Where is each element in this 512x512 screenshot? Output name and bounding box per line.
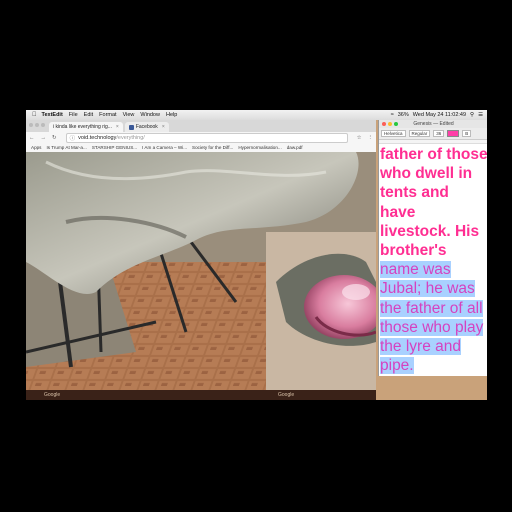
menu-view[interactable]: View: [123, 112, 135, 118]
menu-edit[interactable]: Edit: [84, 112, 93, 118]
menu-format[interactable]: Format: [99, 112, 116, 118]
bookmark-item[interactable]: STARSHIP GENIUS...: [92, 145, 137, 150]
status-area: ≈ 36% Wed May 24 11:02:49 ⚲ ☰: [387, 112, 487, 118]
document-title: Genesis — Edited: [413, 121, 454, 127]
document-body[interactable]: father of those who dwell in tents and h…: [379, 144, 487, 375]
format-toolbar: Helvetica Regular 36 B: [379, 128, 487, 140]
search-icon[interactable]: ⚲: [470, 112, 474, 118]
tab-close-icon[interactable]: ×: [162, 124, 165, 130]
document-text: father of those who dwell in tents and h…: [380, 145, 487, 375]
bookmark-apps[interactable]: Apps: [31, 145, 41, 150]
font-family-select[interactable]: Helvetica: [381, 130, 406, 137]
tab-close-icon[interactable]: ×: [116, 124, 119, 130]
apple-menu-icon[interactable]: : [32, 112, 37, 118]
text-color-swatch[interactable]: [447, 130, 460, 137]
tab-label: i kinda like everything rig...: [53, 124, 112, 130]
google-watermark: Google: [44, 392, 61, 398]
google-watermark: Google: [278, 392, 295, 398]
bookmark-item[interactable]: daw.pdf: [287, 145, 303, 150]
textedit-window: Genesis — Edited Helvetica Regular 36 B …: [378, 120, 487, 376]
tab-label: Facebook: [135, 124, 158, 130]
text-selection: name was Jubal; he was the father of all…: [380, 261, 484, 375]
facebook-icon: [128, 124, 134, 130]
close-icon[interactable]: [382, 122, 386, 126]
desktop-screen:  TextEdit File Edit Format View Window …: [26, 110, 487, 400]
reload-icon[interactable]: ↻: [52, 135, 57, 141]
url-input[interactable]: ⓘ void.technology /everything/: [65, 132, 348, 143]
list-icon[interactable]: ☰: [478, 112, 483, 118]
minimize-icon[interactable]: [35, 123, 39, 127]
page-content-3d-scene[interactable]: [26, 152, 376, 400]
window-controls: [382, 122, 400, 126]
bold-button[interactable]: B: [462, 130, 472, 137]
minimize-icon[interactable]: [388, 122, 392, 126]
tab-everything[interactable]: i kinda like everything rig... ×: [49, 122, 123, 132]
textedit-titlebar: Genesis — Edited: [379, 120, 487, 128]
battery-percent[interactable]: 36%: [398, 112, 409, 118]
url-path: /everything/: [116, 134, 145, 141]
browser-window: i kinda like everything rig... × Faceboo…: [26, 120, 376, 400]
back-icon[interactable]: ←: [29, 135, 35, 141]
bookmark-item[interactable]: Hypernormalisation...: [238, 145, 281, 150]
zoom-icon[interactable]: [394, 122, 398, 126]
star-icon[interactable]: ☆: [357, 135, 362, 141]
wifi-icon[interactable]: ≈: [391, 112, 394, 118]
text-plain: father of those who dwell in tents and h…: [380, 146, 487, 260]
forward-icon[interactable]: →: [41, 135, 47, 141]
menu-icon[interactable]: ⋮: [368, 135, 374, 141]
zoom-icon[interactable]: [41, 123, 45, 127]
font-style-select[interactable]: Regular: [408, 130, 431, 137]
address-bar: ← → ↻ ⓘ void.technology /everything/ ☆ ⋮: [26, 132, 376, 143]
bookmark-item[interactable]: Is Trump At Mar-a...: [46, 145, 86, 150]
close-icon[interactable]: [29, 123, 33, 127]
browser-tabbar: i kinda like everything rig... × Faceboo…: [26, 120, 376, 132]
window-controls: [29, 123, 47, 127]
menu-textedit[interactable]: TextEdit: [42, 112, 63, 118]
page-footer-strip: Google Google: [26, 390, 376, 400]
info-icon[interactable]: ⓘ: [70, 134, 76, 142]
url-host: void.technology: [78, 134, 117, 141]
font-size-select[interactable]: 36: [433, 130, 445, 137]
bookmark-item[interactable]: I Am a Camera – Wi...: [142, 145, 187, 150]
menu-file[interactable]: File: [69, 112, 78, 118]
menu-window[interactable]: Window: [140, 112, 160, 118]
clock[interactable]: Wed May 24 11:02:49: [413, 112, 466, 118]
scene-image: [26, 152, 376, 400]
bookmark-item[interactable]: Society for the Diff...: [192, 145, 233, 150]
tab-facebook[interactable]: Facebook ×: [124, 122, 169, 132]
menu-help[interactable]: Help: [166, 112, 177, 118]
mac-menubar:  TextEdit File Edit Format View Window …: [26, 110, 487, 120]
